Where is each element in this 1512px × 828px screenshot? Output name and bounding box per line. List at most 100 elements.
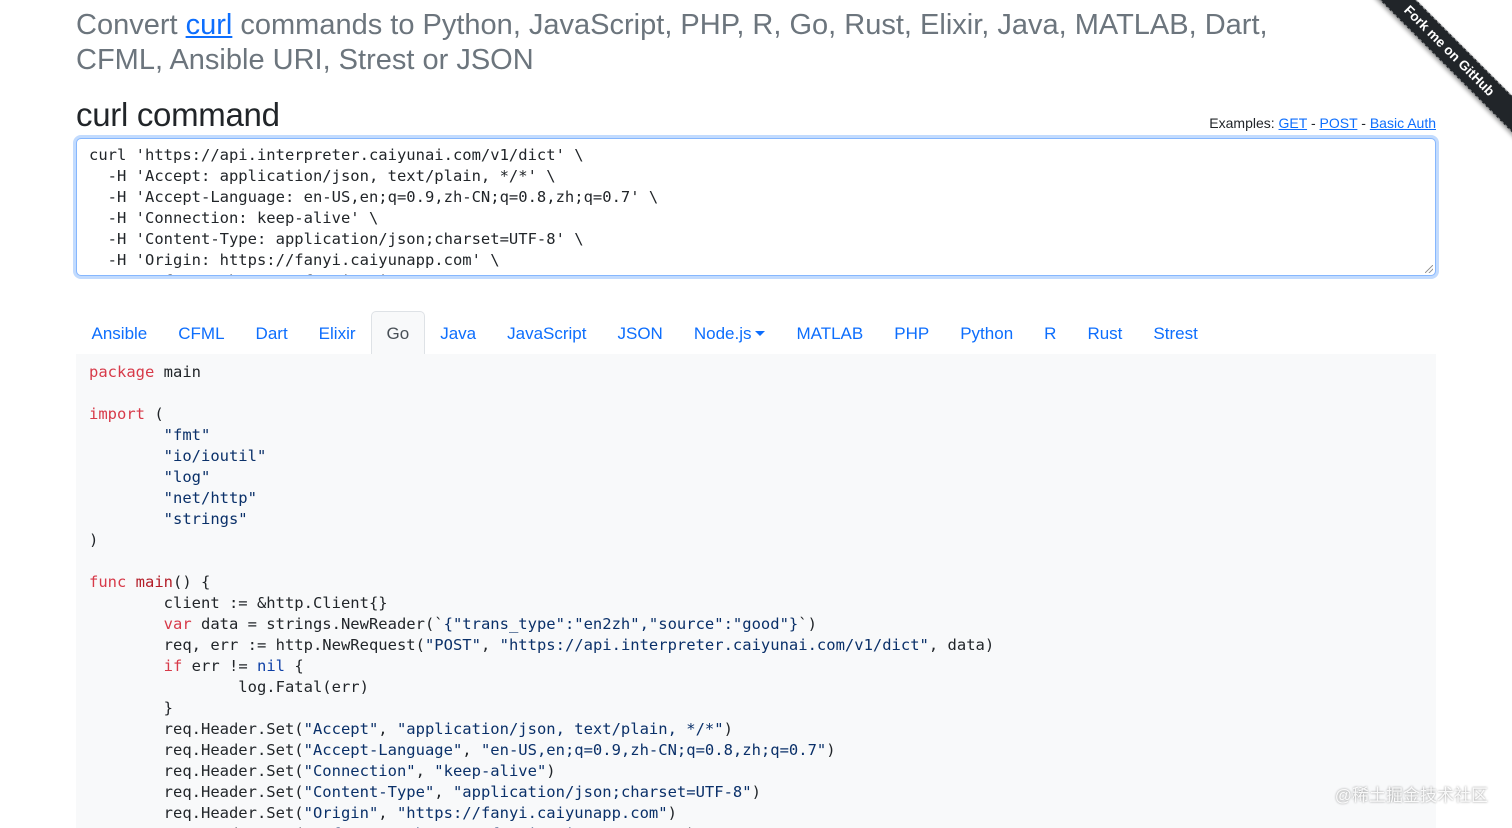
code-token: ) (89, 531, 99, 549)
code-token: data = strings.NewReader(` (191, 615, 444, 633)
tab-php[interactable]: PHP (879, 311, 945, 354)
example-get-link[interactable]: GET (1279, 115, 1308, 131)
code-token: "fmt" (163, 426, 211, 444)
tab-dart[interactable]: Dart (240, 311, 303, 354)
code-token: } (89, 699, 173, 717)
code-token: , (480, 636, 500, 654)
tab-go[interactable]: Go (371, 311, 425, 354)
code-line: req, err := http.NewRequest("POST", "htt… (89, 636, 995, 654)
code-token: "en-US,en;q=0.9,zh-CN;q=0.8,zh;q=0.7" (480, 741, 827, 759)
tab-label: CFML (178, 324, 225, 343)
code-token: "Content-Type" (303, 783, 435, 801)
code-line: req.Header.Set("Origin", "https://fanyi.… (89, 804, 677, 822)
code-token: "log" (163, 468, 211, 486)
code-token: "Accept" (303, 720, 379, 738)
code-token: "net/http" (163, 489, 257, 507)
tab-label: PHP (894, 324, 930, 343)
tab-elixir[interactable]: Elixir (303, 311, 371, 354)
code-token: "Origin" (303, 804, 379, 822)
code-line: var data = strings.NewReader(`{"trans_ty… (89, 615, 817, 633)
separator: - (1307, 115, 1320, 131)
code-token: "application/json;charset=UTF-8" (452, 783, 752, 801)
curl-link[interactable]: curl (186, 9, 233, 41)
tab-label: R (1044, 324, 1057, 343)
tab-matlab[interactable]: MATLAB (781, 311, 879, 354)
tab-label: JSON (617, 324, 663, 343)
fork-me-on-github-link[interactable]: Fork me on GitHub (1363, 0, 1512, 142)
tab-node-js[interactable]: Node.js (678, 311, 781, 354)
code-token: ) (751, 783, 761, 801)
curl-command-textarea[interactable]: curl 'https://api.interpreter.caiyunai.c… (76, 138, 1436, 276)
code-token: "POST" (424, 636, 481, 654)
code-token: "https://fanyi.caiyunapp.com" (396, 804, 668, 822)
code-token: if (163, 657, 183, 675)
code-line: req.Header.Set("Accept", "application/js… (89, 720, 733, 738)
tab-label: Node.js (693, 324, 752, 343)
code-token: client := &http.Client{} (89, 594, 388, 612)
tab-rust[interactable]: Rust (1072, 311, 1138, 354)
page-headline: Convert curl commands to Python, JavaScr… (76, 8, 1276, 78)
tab-label: MATLAB (796, 324, 864, 343)
caret-down-icon (755, 331, 766, 336)
tab-json[interactable]: JSON (602, 311, 678, 354)
tab-label: Python (960, 324, 1014, 343)
code-token: "io/ioutil" (163, 447, 267, 465)
code-token: , (434, 783, 453, 801)
code-token: , (378, 804, 397, 822)
tab-strest[interactable]: Strest (1138, 311, 1213, 354)
tab-label: Elixir (318, 324, 356, 343)
code-token: package (89, 363, 155, 381)
code-line: import ( (89, 405, 164, 423)
code-line: func main() { (89, 573, 210, 591)
tab-python[interactable]: Python (945, 311, 1029, 354)
code-line: req.Header.Set("Content-Type", "applicat… (89, 783, 761, 801)
watermark: @稀土掘金技术社区 (1334, 786, 1488, 805)
generated-code-panel: package main import ( "fmt" "io/ioutil" … (76, 354, 1436, 828)
section-title: curl command (76, 96, 280, 133)
code-line: "net/http" (89, 489, 257, 507)
tab-ansible[interactable]: Ansible (76, 311, 163, 354)
tab-r[interactable]: R (1029, 311, 1072, 354)
example-post-link[interactable]: POST (1320, 115, 1358, 131)
code-token: {"trans_type":"en2zh","source":"good"} (443, 615, 799, 633)
tab-label: Dart (255, 324, 288, 343)
language-tabs: Ansible CFML Dart Elixir Go Java JavaScript JSO… (76, 311, 1213, 354)
code-token: ) (826, 741, 836, 759)
generated-code: package main import ( "fmt" "io/ioutil" … (76, 354, 1436, 828)
resize-handle[interactable] (1425, 265, 1433, 273)
github-ribbon[interactable]: Fork me on GitHub (1363, 0, 1512, 149)
code-line: log.Fatal(err) (89, 678, 369, 696)
code-token: req.Header.Set( (89, 720, 304, 738)
code-token: "Accept-Language" (303, 741, 463, 759)
tab-javascript[interactable]: JavaScript (492, 311, 602, 354)
code-token: () { (173, 573, 211, 591)
code-token: ( (145, 405, 164, 423)
tab-java[interactable]: Java (425, 311, 492, 354)
code-line: req.Header.Set("Connection", "keep-alive… (89, 762, 556, 780)
code-line: ) (89, 531, 98, 549)
curl-command-text[interactable]: curl 'https://api.interpreter.caiyunai.c… (77, 139, 1435, 275)
code-token: ) (546, 762, 556, 780)
code-token: var (163, 615, 192, 633)
code-token: req.Header.Set( (89, 804, 304, 822)
code-token: "application/json, text/plain, */*" (396, 720, 724, 738)
code-token: nil (256, 657, 285, 675)
code-token: , (378, 720, 397, 738)
code-token: "Connection" (303, 762, 416, 780)
code-token: func (89, 573, 127, 591)
headline-suffix: commands to Python, JavaScript, PHP, R, … (76, 9, 1268, 76)
tab-label: Ansible (91, 324, 148, 343)
tab-cfml[interactable]: CFML (163, 311, 240, 354)
code-token: , data) (928, 636, 995, 654)
code-token: "keep-alive" (434, 762, 547, 780)
tab-label: Java (440, 324, 477, 343)
code-token: ) (723, 720, 733, 738)
code-token: , (462, 741, 481, 759)
